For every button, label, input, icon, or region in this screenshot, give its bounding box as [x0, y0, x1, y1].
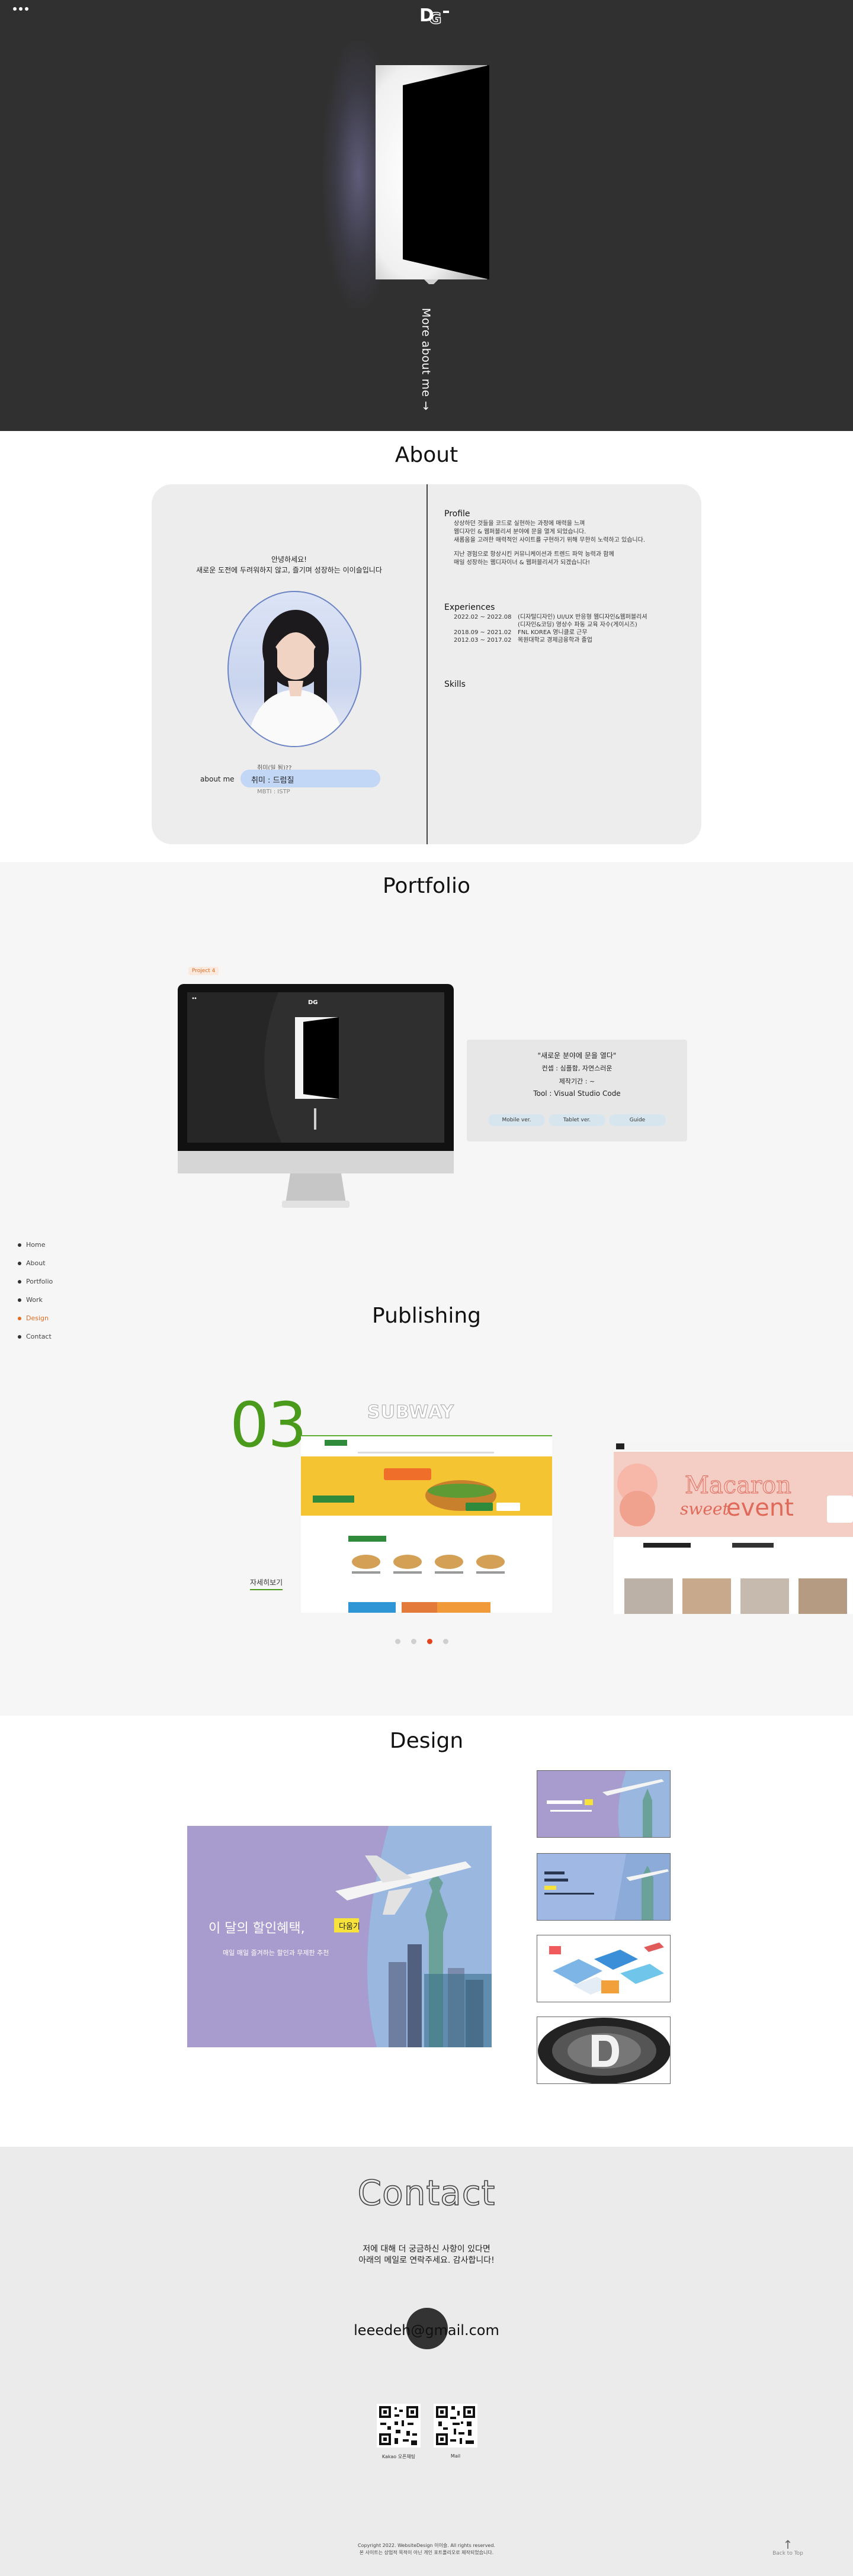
- subway-site-screenshot[interactable]: [301, 1435, 552, 1613]
- macaron-banner-event: event: [726, 1494, 794, 1522]
- about-title: About: [395, 443, 458, 467]
- side-nav-item-about[interactable]: About: [18, 1259, 53, 1278]
- design-thumb-2[interactable]: [537, 1853, 671, 1921]
- contact-section: Contact 저에 대해 더 궁금하신 사항이 있다면 아래의 메일로 연락주…: [0, 2147, 853, 2576]
- project-period: 제작기간 : ~: [559, 1078, 595, 1085]
- contact-title: Contact: [357, 2172, 496, 2214]
- profile-heading: Profile: [444, 509, 470, 519]
- more-about-me-link[interactable]: More about me →: [419, 308, 437, 411]
- mobile-version-button[interactable]: Mobile ver.: [488, 1114, 545, 1126]
- about-divider: [426, 484, 428, 844]
- side-nav-item-portfolio[interactable]: Portfolio: [18, 1278, 53, 1296]
- project-info-card: "새로운 분야에 문을 열다" 컨셉 : 심플함, 자연스러운 제작기간 : ~…: [467, 1040, 687, 1141]
- about-me-label: about me: [200, 775, 235, 783]
- email-link[interactable]: leeedeh@gmail.com: [0, 2322, 853, 2339]
- project-concept: 컨셉 : 심플함, 자연스러운: [541, 1065, 613, 1072]
- back-to-top-button[interactable]: ↑ Back to Top: [771, 2539, 804, 2556]
- contact-message: 저에 대해 더 궁금하신 사항이 있다면 아래의 메일로 연락주세요. 감사합니…: [358, 2244, 495, 2265]
- side-nav-item-contact[interactable]: Contact: [18, 1333, 53, 1351]
- copyright: Copyright 2022. WebsiteDesign 이이슬. All r…: [358, 2543, 495, 2555]
- hero-section: D G More about me →: [0, 0, 853, 431]
- svg-text:G: G: [429, 10, 441, 27]
- profile-photo: [227, 591, 361, 747]
- site-logo[interactable]: D G: [417, 4, 453, 27]
- profile-line: 지난 경험으로 항상시킨 커뮤니케이션과 트렌드 파악 능력과 함께: [454, 551, 614, 558]
- experience-period: 2022.02 ~ 2022.08: [454, 614, 512, 620]
- project-badge: Project 4: [188, 967, 219, 975]
- mail-qr-caption: Mail: [450, 2453, 461, 2459]
- design-thumb-3[interactable]: [537, 1935, 671, 2002]
- slider-dot-active[interactable]: [427, 1639, 432, 1644]
- experiences-heading: Experiences: [444, 603, 495, 612]
- greeting-text: 안녕하세요! 새로운 도전에 두려워하지 않고, 즐기며 성장하는 이이슬입니다: [196, 555, 382, 574]
- tablet-version-button[interactable]: Tablet ver.: [549, 1114, 605, 1126]
- project-slogan: "새로운 분야에 문을 열다": [537, 1051, 617, 1060]
- profile-line: 매일 성장하는 웹디자이너 & 웹퍼블리셔가 되겠습니다!: [454, 559, 591, 566]
- experience-period: 2018.09 ~ 2021.02: [454, 629, 512, 636]
- experience-desc: 목원대학교 경제금융학과 졸업: [518, 637, 592, 644]
- arrow-up-icon: ↑: [783, 2538, 793, 2552]
- kakao-qr-caption: Kakao 오픈채팅: [381, 2454, 416, 2459]
- next-project-preview[interactable]: Macaron sweet event: [614, 1442, 853, 1614]
- experience-desc: (디자털디자인) UI/UX 반응형 웹디자인&웹퍼블리셔: [518, 614, 647, 620]
- portfolio-title: Portfolio: [382, 874, 471, 898]
- mail-qr-code[interactable]: [434, 2404, 477, 2448]
- side-nav-item-home[interactable]: Home: [18, 1241, 53, 1259]
- slider-dot[interactable]: [411, 1639, 416, 1644]
- slide-number: 03: [230, 1389, 307, 1461]
- experience-period: 2012.03 ~ 2017.02: [454, 637, 512, 644]
- profile-line: 새롭움을 고려한 매력적인 사이트를 구현하기 위해 무한히 노력하고 있습니다…: [454, 537, 646, 543]
- profile-line: 상상하던 것들을 코드로 실현하는 과정에 매력을 느껴: [454, 520, 585, 527]
- view-more-link[interactable]: 자세히보기: [250, 1577, 283, 1590]
- slider-dot[interactable]: [395, 1639, 400, 1644]
- side-nav: Home About Portfolio Work Design Contact: [18, 1241, 53, 1351]
- experience-desc: FNL KOREA 영니클로 근무: [518, 629, 588, 636]
- guide-button[interactable]: Guide: [609, 1114, 666, 1126]
- mbti-text: MBTI : ISTP: [257, 789, 290, 795]
- svg-text:DG: DG: [308, 999, 318, 1006]
- project-tool: Tool : Visual Studio Code: [533, 1089, 621, 1098]
- design-thumb-4[interactable]: [537, 2017, 671, 2084]
- macaron-banner-sweet: sweet: [680, 1499, 729, 1519]
- menu-icon[interactable]: [13, 7, 28, 11]
- open-door-illustration: [376, 65, 489, 284]
- design-main-banner[interactable]: 이 달의 할인혜택, 다움기 매일 매일 즐겨하는 할인과 무제한 추천: [187, 1826, 492, 2047]
- imac-mockup[interactable]: DG: [178, 984, 454, 1213]
- publishing-title: Publishing: [372, 1304, 481, 1328]
- design-thumb-1[interactable]: [537, 1770, 671, 1838]
- kakao-qr-code[interactable]: [377, 2404, 421, 2448]
- about-details: Profile 상상하던 것들을 코드로 실현하는 과정에 매력을 느껴 웹디자…: [444, 484, 693, 844]
- design-title: Design: [389, 1729, 464, 1753]
- publishing-project-title: SUBWAY: [367, 1402, 455, 1423]
- design-banner-headline: 이 달의 할인혜택,: [209, 1921, 305, 1936]
- slider-dot[interactable]: [443, 1639, 448, 1644]
- profile-line: 웹디자인 & 웹퍼블리셔 분야에 문을 열게 되었습니다.: [454, 529, 586, 535]
- skills-heading: Skills: [444, 680, 466, 689]
- about-card: 안녕하세요! 새로운 도전에 두려워하지 않고, 즐기며 성장하는 이이슬입니다…: [152, 484, 701, 844]
- slider-pagination: [395, 1639, 448, 1644]
- design-banner-sub: 매일 매일 즐겨하는 할인과 무제한 추천: [223, 1948, 329, 1957]
- about-me-pill[interactable]: 취미 : 드럼질: [240, 770, 380, 787]
- design-banner-tag: 다움기: [339, 1922, 360, 1931]
- experience-desc: (디자인&코딩) 영상수 파동 교육 자수(게이시즈): [518, 622, 637, 628]
